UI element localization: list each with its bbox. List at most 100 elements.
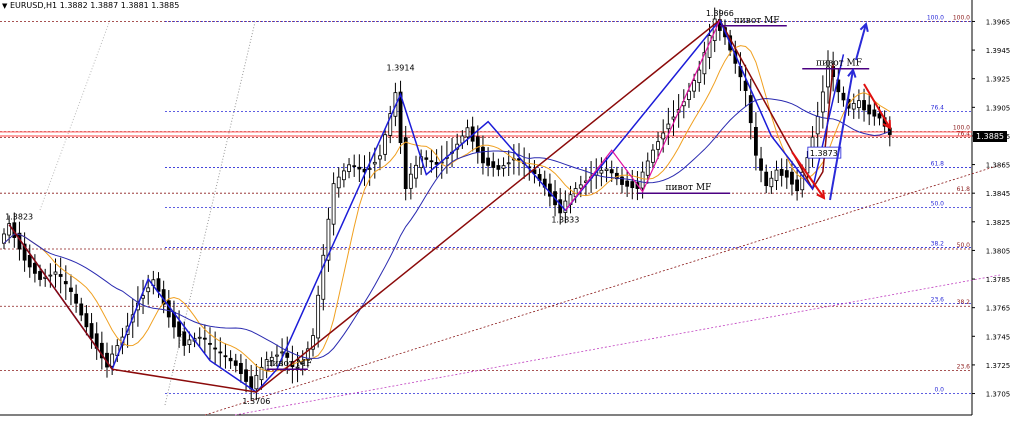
candle-body: [769, 177, 774, 188]
candle-body: [208, 343, 212, 345]
candle-body: [857, 100, 861, 108]
y-tick-label: 1.3905: [986, 104, 1011, 112]
candle-body: [321, 254, 326, 300]
candle-body: [630, 181, 635, 189]
candle-body: [578, 184, 583, 189]
candle-body: [228, 357, 233, 362]
fib-label-right: 23.6: [957, 364, 971, 371]
fractal-label: 1.3914: [387, 63, 415, 72]
candle-body: [697, 69, 702, 83]
candle-body: [774, 169, 779, 181]
candle-body: [486, 157, 491, 166]
fractal-label: 1.3966: [706, 9, 734, 18]
candle-body: [506, 162, 511, 165]
candle-body: [372, 161, 377, 165]
candle-body: [754, 126, 758, 156]
candle-body: [862, 100, 866, 111]
candle-body: [872, 109, 877, 117]
candle-body: [275, 354, 279, 357]
candle-body: [851, 103, 856, 110]
candle-body: [383, 134, 388, 155]
candle-body: [414, 164, 418, 179]
candle-body: [58, 274, 63, 277]
moving-average-fast: [3, 45, 891, 372]
candle-body: [218, 351, 223, 354]
current-price-tag: 1.3885: [973, 130, 1007, 142]
y-tick-label: 1.3725: [986, 362, 1011, 370]
candle-body: [841, 92, 846, 101]
candle-body: [146, 287, 151, 293]
candle-body: [604, 168, 609, 171]
candle-body: [867, 104, 872, 115]
candle-body: [877, 113, 882, 119]
candle-body: [805, 157, 810, 174]
fractal-label: 1.3706: [242, 397, 270, 406]
candle-body: [223, 355, 228, 358]
fib-label-left: 61.8: [931, 160, 945, 167]
candle-body: [357, 166, 362, 170]
candle-body: [666, 123, 671, 130]
candle-body: [27, 254, 32, 268]
candle-body: [341, 170, 346, 181]
candle-body: [63, 281, 68, 285]
candle-body: [187, 339, 192, 346]
candle-body: [784, 170, 789, 178]
candle-body: [238, 362, 243, 374]
y-tick-label: 1.3745: [986, 333, 1011, 341]
pivot-label: пивот MF: [666, 183, 712, 193]
candle-body: [316, 294, 321, 339]
candle-body: [820, 91, 825, 113]
candle-body: [671, 116, 676, 120]
fib-label-left: 38.2: [931, 241, 945, 248]
fractal-label: 1.3833: [551, 215, 579, 224]
candle-body: [378, 155, 382, 160]
pivot-label: пивот MF: [816, 59, 862, 69]
candle-body: [645, 160, 650, 176]
candle-body: [609, 169, 614, 174]
candle-body: [331, 183, 336, 225]
candle-body: [599, 169, 604, 174]
candle-body: [640, 171, 645, 189]
candle-body: [475, 136, 480, 153]
candle-body: [197, 336, 202, 339]
candle-body: [790, 171, 794, 185]
candle-body: [429, 160, 434, 163]
fib-label-right: 100.0: [953, 14, 970, 21]
candle-body: [481, 146, 485, 164]
y-tick-label: 1.3845: [986, 190, 1011, 198]
candle-body: [651, 149, 655, 163]
candle-body: [213, 347, 218, 350]
candle-body: [408, 173, 413, 189]
candle-body: [79, 303, 84, 316]
candle-body: [69, 287, 73, 292]
y-tick-label: 1.3945: [986, 47, 1011, 55]
candle-body: [367, 168, 372, 170]
y-tick-label: 1.3925: [986, 76, 1011, 84]
fib-label-left: 50.0: [931, 201, 945, 208]
candle-body: [244, 369, 248, 382]
candle-body: [795, 179, 799, 192]
candle-body: [177, 321, 182, 337]
candle-body: [285, 352, 290, 358]
fractal-label: 1.3823: [5, 213, 33, 222]
candle-body: [182, 331, 187, 346]
candle-body: [53, 271, 58, 275]
fib-label-right: 38.2: [957, 299, 971, 306]
fib-label-right: 61.8: [957, 186, 971, 193]
candle-body: [38, 271, 42, 280]
candle-body: [352, 165, 357, 168]
fib-label-left: 23.6: [931, 296, 945, 303]
fractal-box-label: 1.3873: [810, 149, 838, 158]
y-tick-label: 1.3865: [986, 162, 1011, 170]
trend-line-grey: [39, 19, 111, 211]
y-tick-label: 1.3785: [986, 276, 1011, 284]
candle-body: [424, 157, 429, 160]
candle-body: [336, 176, 341, 189]
price-chart[interactable]: 100.0100.076.461.850.038.223.6100.076.46…: [0, 0, 1024, 428]
y-tick-label: 1.3705: [986, 391, 1011, 399]
candle-body: [748, 95, 753, 124]
candle-body: [656, 141, 660, 150]
pivot-label: пивот MF: [266, 359, 312, 369]
candle-body: [501, 165, 506, 169]
channel-line-magenta: [234, 274, 1001, 416]
